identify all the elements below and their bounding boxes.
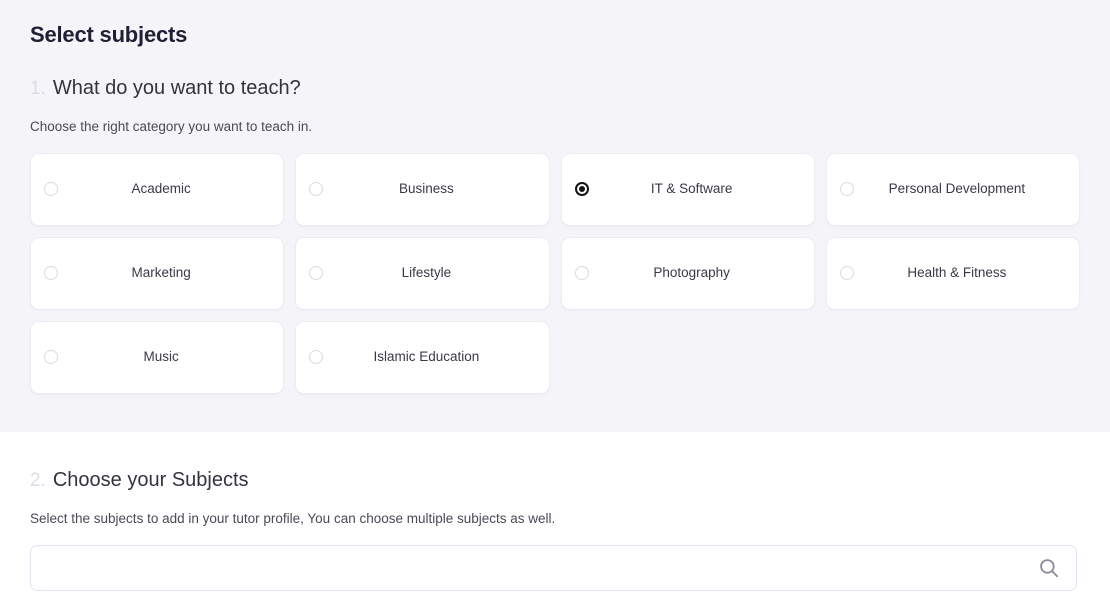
category-radio-icon[interactable] — [574, 266, 589, 281]
category-radio-icon[interactable] — [309, 350, 324, 365]
category-card[interactable]: Music — [30, 320, 285, 394]
subject-search-wrap — [30, 545, 1077, 592]
step-1-heading-text: What do you want to teach? — [52, 77, 301, 100]
category-label: Music — [143, 349, 179, 364]
subject-search-input[interactable] — [30, 545, 1077, 592]
category-label: Personal Development — [888, 181, 1026, 196]
page-title: Select subjects — [30, 22, 188, 47]
category-card[interactable]: Photography — [560, 236, 815, 310]
subjects-section: 2. Choose your Subjects Select the subje… — [0, 431, 1110, 608]
category-label: Marketing — [131, 265, 191, 280]
category-label: Academic — [131, 181, 191, 196]
category-card[interactable]: Health & Fitness — [825, 236, 1080, 310]
select-subjects-page: Select subjects 1. What do you want to t… — [0, 0, 1110, 608]
step-2-heading-text: Choose your Subjects — [52, 468, 249, 491]
category-card[interactable]: Marketing — [30, 236, 285, 310]
category-radio-icon[interactable] — [574, 182, 589, 197]
category-label: Islamic Education — [373, 349, 480, 364]
category-radio-icon[interactable] — [309, 182, 324, 197]
category-label: Photography — [653, 265, 730, 280]
category-radio-icon[interactable] — [839, 266, 854, 281]
step-2-subtitle: Select the subjects to add in your tutor… — [30, 510, 556, 526]
category-radio-icon[interactable] — [44, 350, 58, 365]
category-grid: Academic Business IT & Software Personal De… — [30, 152, 1080, 394]
category-label: IT & Software — [650, 181, 733, 196]
category-card[interactable]: Islamic Education — [295, 320, 550, 394]
category-label: Business — [398, 181, 454, 196]
category-card[interactable]: IT & Software — [560, 152, 815, 226]
step-2-number: 2. — [30, 469, 46, 491]
category-radio-icon[interactable] — [44, 266, 58, 281]
step-1-heading: 1. What do you want to teach? — [30, 76, 1080, 101]
category-card[interactable]: Lifestyle — [295, 236, 550, 310]
category-radio-icon[interactable] — [44, 182, 58, 197]
category-radio-icon[interactable] — [309, 266, 324, 281]
category-label: Health & Fitness — [907, 265, 1007, 280]
category-section: Select subjects 1. What do you want to t… — [0, 0, 1110, 432]
category-label: Lifestyle — [401, 265, 452, 280]
step-1-subtitle: Choose the right category you want to te… — [30, 119, 313, 135]
category-card[interactable]: Academic — [30, 152, 285, 226]
category-card[interactable]: Personal Development — [825, 152, 1080, 226]
category-radio-icon[interactable] — [839, 182, 854, 197]
category-card[interactable]: Business — [295, 152, 550, 226]
step-1-number: 1. — [30, 78, 46, 100]
step-2-heading: 2. Choose your Subjects — [30, 468, 1080, 493]
